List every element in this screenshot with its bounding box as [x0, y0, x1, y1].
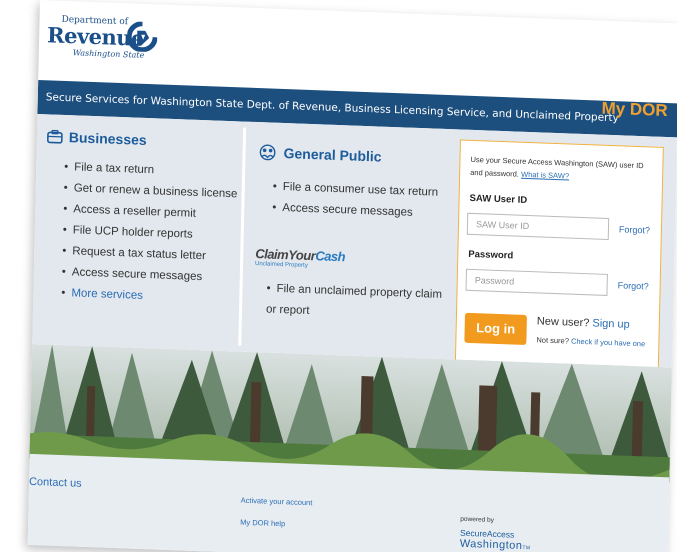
password-label: Password — [468, 248, 514, 262]
contact-us-link[interactable]: Contact us — [29, 476, 82, 490]
general-public-column: General Public File a consumer use tax r… — [238, 127, 459, 354]
claim-your-cash-logo[interactable]: ClaimYourCash Unclaimed Property — [255, 246, 345, 270]
userid-label: SAW User ID — [469, 192, 528, 206]
general-public-heading: General Public — [257, 144, 382, 165]
saw-logo-bottom-text: Washington — [459, 537, 523, 552]
dor-logo[interactable]: Department of Revenue Washington State — [47, 14, 168, 60]
signup-link[interactable]: Sign up — [592, 317, 630, 330]
dor-emblem-icon — [126, 21, 158, 53]
mydor-title: My DOR — [601, 98, 668, 121]
businesses-column: Businesses File a tax return Get or rene… — [32, 119, 240, 346]
saw-logo-bottom: WashingtonTM — [460, 538, 531, 552]
general-public-title: General Public — [283, 145, 382, 165]
mydor-page: Department of Revenue Washington State S… — [27, 0, 677, 552]
login-button[interactable]: Log in — [464, 312, 527, 346]
password-input[interactable]: Password — [465, 268, 608, 296]
people-icon — [259, 144, 276, 161]
new-user-row: New user? Sign up — [537, 315, 630, 330]
what-is-saw-link[interactable]: What is SAW? — [521, 170, 569, 181]
mydor-help-link[interactable]: My DOR help — [240, 518, 285, 529]
check-account-link[interactable]: Check if you have one — [571, 337, 645, 349]
screenshot-stage: Department of Revenue Washington State S… — [0, 0, 677, 552]
businesses-list: File a tax return Get or renew a busines… — [61, 157, 238, 310]
public-list: File a consumer use tax return Access se… — [272, 177, 438, 225]
login-intro: Use your Secure Access Washington (SAW) … — [470, 153, 655, 186]
not-sure-row: Not sure? Check if you have one — [536, 335, 645, 348]
cyc-logo-b: Cash — [315, 248, 346, 265]
login-panel: Use your Secure Access Washington (SAW) … — [454, 139, 664, 389]
forgot-userid-link[interactable]: Forgot? — [619, 224, 650, 235]
powered-by-text: powered by — [460, 515, 494, 524]
forgot-password-link[interactable]: Forgot? — [618, 280, 649, 291]
main-panel: Businesses File a tax return Get or rene… — [32, 113, 677, 389]
claim-item-text: File an unclaimed property claim or repo… — [265, 282, 443, 318]
briefcase-icon — [47, 129, 63, 144]
activate-account-link[interactable]: Activate your account — [241, 496, 313, 508]
businesses-title: Businesses — [68, 129, 147, 148]
businesses-heading: Businesses — [47, 128, 147, 148]
not-sure-text: Not sure? — [536, 335, 570, 346]
claim-item[interactable]: • File an unclaimed property claim or rep… — [266, 278, 447, 327]
userid-input[interactable]: SAW User ID — [466, 212, 610, 240]
saw-tm-text: TM — [522, 544, 531, 552]
new-user-text: New user? — [536, 315, 590, 330]
